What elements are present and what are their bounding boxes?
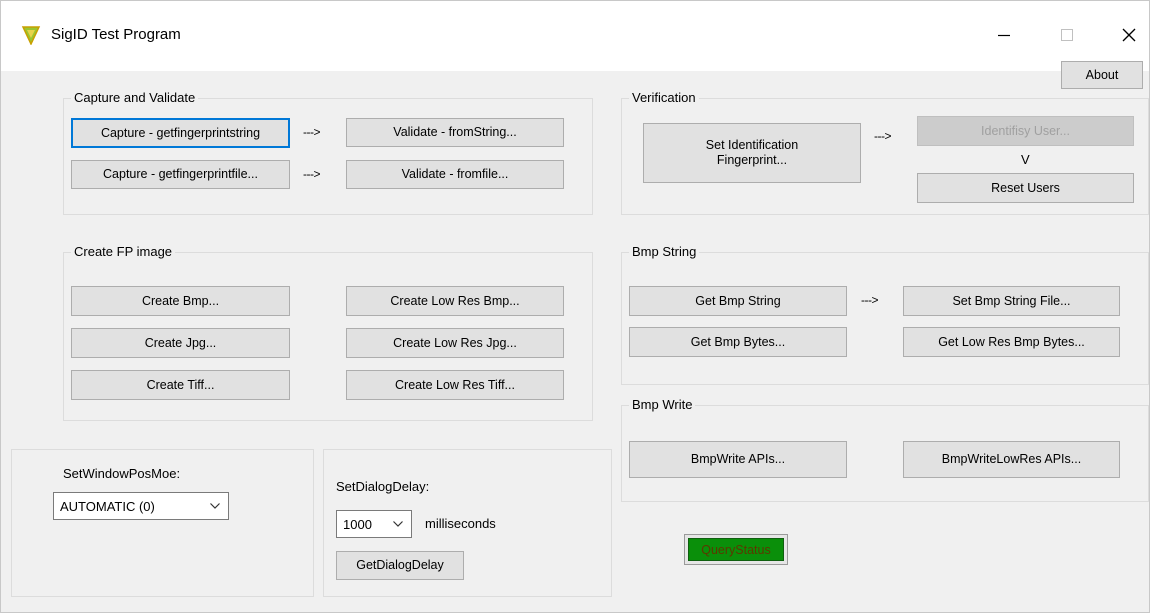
get-bmp-string-button[interactable]: Get Bmp String — [629, 286, 847, 316]
set-bmp-string-file-button[interactable]: Set Bmp String File... — [903, 286, 1120, 316]
capture-validate-title: Capture and Validate — [71, 91, 199, 105]
capture-string-button[interactable]: Capture - getfingerprintstring — [71, 118, 290, 148]
query-status-label: QueryStatus — [688, 538, 784, 561]
create-jpg-button[interactable]: Create Jpg... — [71, 328, 290, 358]
arrow-label: ---> — [303, 125, 321, 139]
window-title: SigID Test Program — [51, 26, 181, 43]
create-low-jpg-button[interactable]: Create Low Res Jpg... — [346, 328, 564, 358]
create-bmp-button[interactable]: Create Bmp... — [71, 286, 290, 316]
app-logo-icon — [21, 26, 41, 45]
bmp-write-apis-button[interactable]: BmpWrite APIs... — [629, 441, 847, 478]
about-button[interactable]: About — [1061, 61, 1143, 89]
arrow-label: ---> — [861, 293, 879, 307]
window-pos-select[interactable]: AUTOMATIC (0) — [53, 492, 229, 520]
close-icon — [1122, 28, 1136, 42]
set-identification-button[interactable]: Set Identification Fingerprint... — [643, 123, 861, 183]
validate-file-button[interactable]: Validate - fromfile... — [346, 160, 564, 189]
minimize-icon — [998, 34, 1010, 37]
title-bar[interactable]: SigID Test Program — [1, 1, 1149, 71]
reset-users-button[interactable]: Reset Users — [917, 173, 1134, 203]
maximize-button[interactable] — [1044, 13, 1090, 57]
down-marker: V — [1021, 152, 1030, 167]
arrow-label: ---> — [874, 129, 892, 143]
set-identification-label: Set Identification Fingerprint... — [705, 138, 799, 167]
chevron-down-icon — [210, 503, 220, 509]
verification-title: Verification — [629, 91, 699, 105]
arrow-label: ---> — [303, 167, 321, 181]
close-button[interactable] — [1106, 13, 1150, 57]
get-bmp-bytes-button[interactable]: Get Bmp Bytes... — [629, 327, 847, 357]
create-low-tiff-button[interactable]: Create Low Res Tiff... — [346, 370, 564, 400]
bmp-string-title: Bmp String — [629, 245, 700, 259]
create-fp-title: Create FP image — [71, 245, 176, 259]
get-dialog-delay-button[interactable]: GetDialogDelay — [336, 551, 464, 580]
bmp-write-title: Bmp Write — [629, 398, 696, 412]
validate-string-button[interactable]: Validate - fromString... — [346, 118, 564, 147]
create-low-bmp-button[interactable]: Create Low Res Bmp... — [346, 286, 564, 316]
get-low-res-bmp-bytes-button[interactable]: Get Low Res Bmp Bytes... — [903, 327, 1120, 357]
window-pos-label: SetWindowPosMoe: — [63, 466, 181, 481]
dialog-delay-select[interactable]: 1000 — [336, 510, 412, 538]
query-status-badge[interactable]: QueryStatus — [684, 534, 788, 565]
minimize-button[interactable] — [981, 13, 1027, 57]
dialog-delay-label: SetDialogDelay: — [336, 479, 430, 494]
capture-validate-group — [63, 98, 593, 215]
window-pos-value: AUTOMATIC (0) — [60, 498, 155, 514]
dialog-delay-unit: milliseconds — [425, 516, 496, 531]
bmp-write-low-res-apis-button[interactable]: BmpWriteLowRes APIs... — [903, 441, 1120, 478]
dialog-delay-value: 1000 — [343, 516, 372, 532]
app-window: SigID Test Program About Capture and Val… — [0, 0, 1150, 613]
chevron-down-icon — [393, 521, 403, 527]
maximize-icon — [1061, 29, 1073, 41]
create-tiff-button[interactable]: Create Tiff... — [71, 370, 290, 400]
identify-user-button[interactable]: Identifisy User... — [917, 116, 1134, 146]
capture-file-button[interactable]: Capture - getfingerprintfile... — [71, 160, 290, 189]
bmp-string-group — [621, 252, 1149, 385]
